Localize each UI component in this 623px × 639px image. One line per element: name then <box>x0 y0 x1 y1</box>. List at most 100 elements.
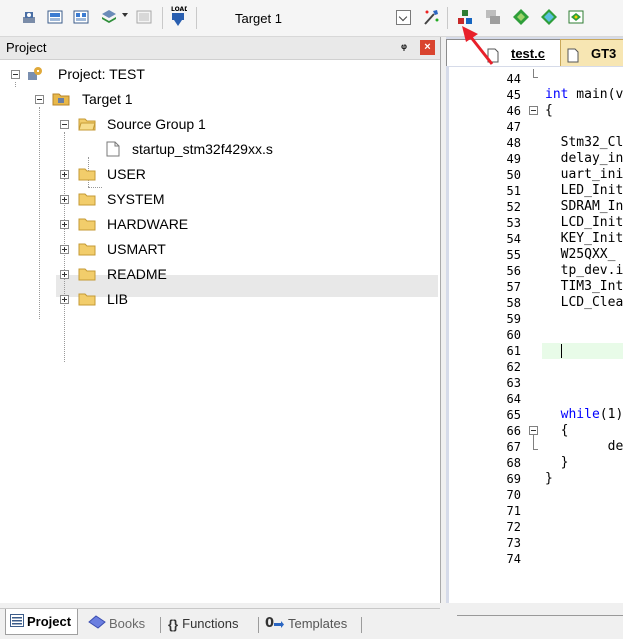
tab-gt3[interactable]: GT3 <box>560 39 623 66</box>
file-label: startup_stm32f429xx.s <box>132 141 273 157</box>
collapse-toggle[interactable] <box>60 120 69 129</box>
open-folder-icon <box>78 116 96 132</box>
tab-project[interactable]: Project <box>5 609 79 636</box>
line-number-gutter: 44 45 46 47 48 49 50 51 52 53 54 55 56 5… <box>449 67 541 603</box>
toolbar-separator <box>196 7 197 29</box>
batch-build-dropdown[interactable] <box>122 13 128 17</box>
folder-icon <box>78 291 96 307</box>
fold-end <box>533 449 538 450</box>
group-label: HARDWARE <box>107 216 189 232</box>
code-line-52: SDRAM_In <box>545 199 623 214</box>
line-number: 47 <box>506 120 521 134</box>
fold-toggle[interactable] <box>529 106 538 115</box>
code-line-57: TIM3_Int <box>545 279 623 294</box>
code-line-50: uart_ini <box>545 167 623 182</box>
fold-line <box>533 69 534 77</box>
target-folder-icon <box>52 91 70 107</box>
download-icon[interactable]: LOAD <box>169 4 187 30</box>
tab-test-c-label: test.c <box>511 46 545 61</box>
tab-functions[interactable]: {} Functions <box>168 614 239 634</box>
expand-toggle[interactable] <box>60 270 69 279</box>
target-label: Target 1 <box>82 91 133 107</box>
expand-toggle[interactable] <box>60 170 69 179</box>
code-line-67: de <box>545 439 623 454</box>
toolbar-separator <box>162 7 163 29</box>
fold-toggle[interactable] <box>529 426 538 435</box>
line-number: 52 <box>506 200 521 214</box>
expand-toggle[interactable] <box>60 295 69 304</box>
templates-icon: 0 <box>265 615 285 635</box>
line-number: 62 <box>506 360 521 374</box>
run-time-env-icon[interactable] <box>484 8 502 26</box>
editor-tab-bar: test.c GT3 <box>446 37 623 67</box>
fold-line <box>533 435 534 449</box>
toolbar: LOAD Target 1 <box>0 0 623 37</box>
line-number: 67 <box>506 440 521 454</box>
current-line-highlight <box>542 343 623 359</box>
project-panel-title: Project <box>6 40 47 55</box>
line-number: 74 <box>506 552 521 566</box>
select-packs-icon[interactable] <box>540 8 558 26</box>
tab-books-label: Books <box>109 616 146 631</box>
options-icon[interactable] <box>422 8 440 26</box>
toolbar-separator <box>447 7 448 29</box>
translate-icon[interactable] <box>20 8 38 26</box>
text-cursor <box>561 344 562 358</box>
target-select[interactable]: Target 1 <box>230 9 390 28</box>
books-icon <box>88 614 106 635</box>
line-number: 65 <box>506 408 521 422</box>
code-line-45: int main(v <box>545 87 623 103</box>
keyword: while <box>560 407 600 422</box>
code-text: main(v <box>568 87 623 102</box>
line-number: 63 <box>506 376 521 390</box>
line-number: 46 <box>506 104 521 118</box>
expand-toggle[interactable] <box>60 220 69 229</box>
line-number: 71 <box>506 504 521 518</box>
project-tab-icon <box>10 610 24 636</box>
project-icon <box>26 66 44 82</box>
manage-components-icon[interactable] <box>456 8 474 26</box>
tab-books[interactable]: Books <box>88 614 145 634</box>
stop-build-icon[interactable] <box>135 8 153 26</box>
expand-toggle[interactable] <box>60 195 69 204</box>
keyword: int <box>545 87 569 102</box>
build-icon[interactable] <box>46 8 64 26</box>
collapse-toggle[interactable] <box>35 95 44 104</box>
target-dropdown-button[interactable] <box>396 10 411 25</box>
code-area[interactable]: 44 45 46 47 48 49 50 51 52 53 54 55 56 5… <box>446 67 623 616</box>
expand-toggle[interactable] <box>60 245 69 254</box>
collapse-toggle[interactable] <box>11 70 20 79</box>
line-number: 56 <box>506 264 521 278</box>
code-text: (1) <box>599 407 623 422</box>
target-select-value: Target 1 <box>235 11 282 26</box>
horizontal-scrollbar[interactable] <box>457 615 623 616</box>
line-number: 45 <box>506 88 521 102</box>
pin-icon[interactable]: ᵠ <box>398 41 410 55</box>
tab-test-c[interactable]: test.c <box>446 39 562 66</box>
line-number: 49 <box>506 152 521 166</box>
project-panel-header: Project ᵠ × <box>0 37 440 60</box>
batch-build-icon[interactable] <box>100 8 118 26</box>
tab-templates[interactable]: 0 Templates <box>265 614 347 634</box>
project-root-label: Project: TEST <box>58 66 145 82</box>
ide-icon[interactable] <box>567 8 585 26</box>
code-line-65: while(1) <box>545 407 623 423</box>
code-line-68: } <box>545 455 569 470</box>
group-label: USER <box>107 166 146 182</box>
line-number: 57 <box>506 280 521 294</box>
tab-functions-label: Functions <box>182 616 239 631</box>
group-label: SYSTEM <box>107 191 165 207</box>
code-line-46: { <box>545 103 553 118</box>
svg-text:0: 0 <box>265 616 274 629</box>
pack-installer-icon[interactable] <box>512 8 530 26</box>
folder-icon <box>78 266 96 282</box>
code-line-56: tp_dev.i <box>545 263 623 278</box>
fold-end <box>533 77 538 78</box>
close-icon[interactable]: × <box>420 40 435 55</box>
folder-icon <box>78 166 96 182</box>
rebuild-icon[interactable] <box>72 8 90 26</box>
file-icon <box>104 141 122 157</box>
project-panel: Project ᵠ × Project: TEST Target 1 Sourc… <box>0 37 441 639</box>
svg-text:LOAD: LOAD <box>171 6 187 13</box>
line-number: 66 <box>506 424 521 438</box>
